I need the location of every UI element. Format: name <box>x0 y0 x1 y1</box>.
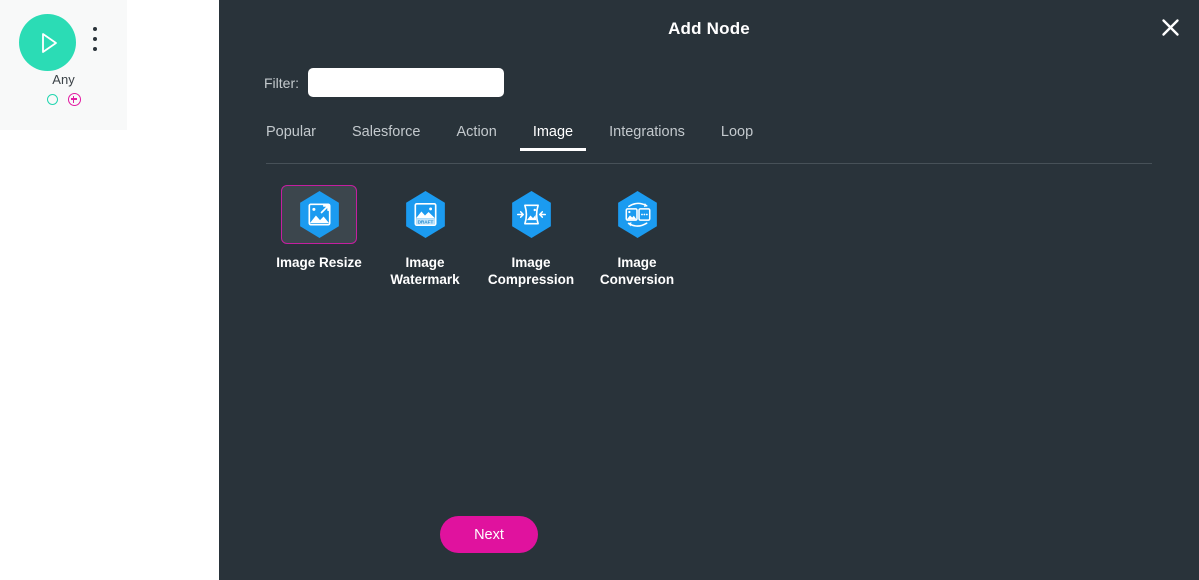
node-tile-image-compression[interactable]: Image Compression <box>478 185 584 288</box>
node-tile-label: Image Compression <box>487 255 575 287</box>
node-tile-image-resize[interactable]: Image Resize <box>266 185 372 271</box>
node-tile-image-watermark[interactable]: DRAFT Image Watermark <box>372 185 478 288</box>
node-tile-image-conversion[interactable]: Image Conversion <box>584 185 690 288</box>
node-header <box>0 0 127 72</box>
next-button[interactable]: Next <box>440 516 538 553</box>
workflow-node-label: Any <box>52 72 75 87</box>
kebab-menu-icon[interactable] <box>88 27 102 51</box>
image-watermark-hexagon-icon: DRAFT <box>405 191 445 238</box>
close-icon[interactable] <box>1151 8 1189 46</box>
tab-action[interactable]: Action <box>457 124 497 151</box>
tab-popular[interactable]: Popular <box>266 124 316 151</box>
tab-loop[interactable]: Loop <box>721 124 753 151</box>
output-port-circle-icon[interactable] <box>46 94 58 105</box>
svg-text:DRAFT: DRAFT <box>417 219 433 224</box>
node-tile-icon-box <box>599 185 675 244</box>
category-tabs: Popular Salesforce Action Image Integrat… <box>266 124 1152 164</box>
play-triangle-icon[interactable] <box>19 14 76 71</box>
node-tile-icon-box <box>281 185 357 244</box>
node-ports <box>46 93 81 106</box>
node-tile-icon-box: DRAFT <box>387 185 463 244</box>
add-port-plus-icon[interactable] <box>67 93 81 106</box>
node-tile-label: Image Resize <box>276 255 362 270</box>
tab-integrations[interactable]: Integrations <box>609 124 685 151</box>
page-title: Add Node <box>668 19 750 38</box>
tab-salesforce[interactable]: Salesforce <box>352 124 421 151</box>
app-root: Any Add Node Filter: Popular Salesforce … <box>0 0 1199 580</box>
workflow-node-any[interactable]: Any <box>0 0 127 130</box>
node-tile-label: Image Conversion <box>599 255 675 287</box>
workflow-canvas: Any <box>0 0 219 580</box>
search-input[interactable] <box>308 68 504 97</box>
image-conversion-hexagon-icon <box>617 191 657 238</box>
image-compression-hexagon-icon <box>511 191 551 238</box>
image-resize-hexagon-icon <box>299 191 339 238</box>
filter-label: Filter: <box>264 74 299 91</box>
node-type-grid: Image Resize DRAFT Image Watermark Image… <box>266 185 1152 288</box>
tab-image[interactable]: Image <box>519 124 587 151</box>
add-node-modal: Add Node Filter: Popular Salesforce Acti… <box>219 0 1199 580</box>
node-tile-icon-box <box>493 185 569 244</box>
node-tile-label: Image Watermark <box>390 255 460 287</box>
filter-row: Filter: <box>264 68 504 97</box>
